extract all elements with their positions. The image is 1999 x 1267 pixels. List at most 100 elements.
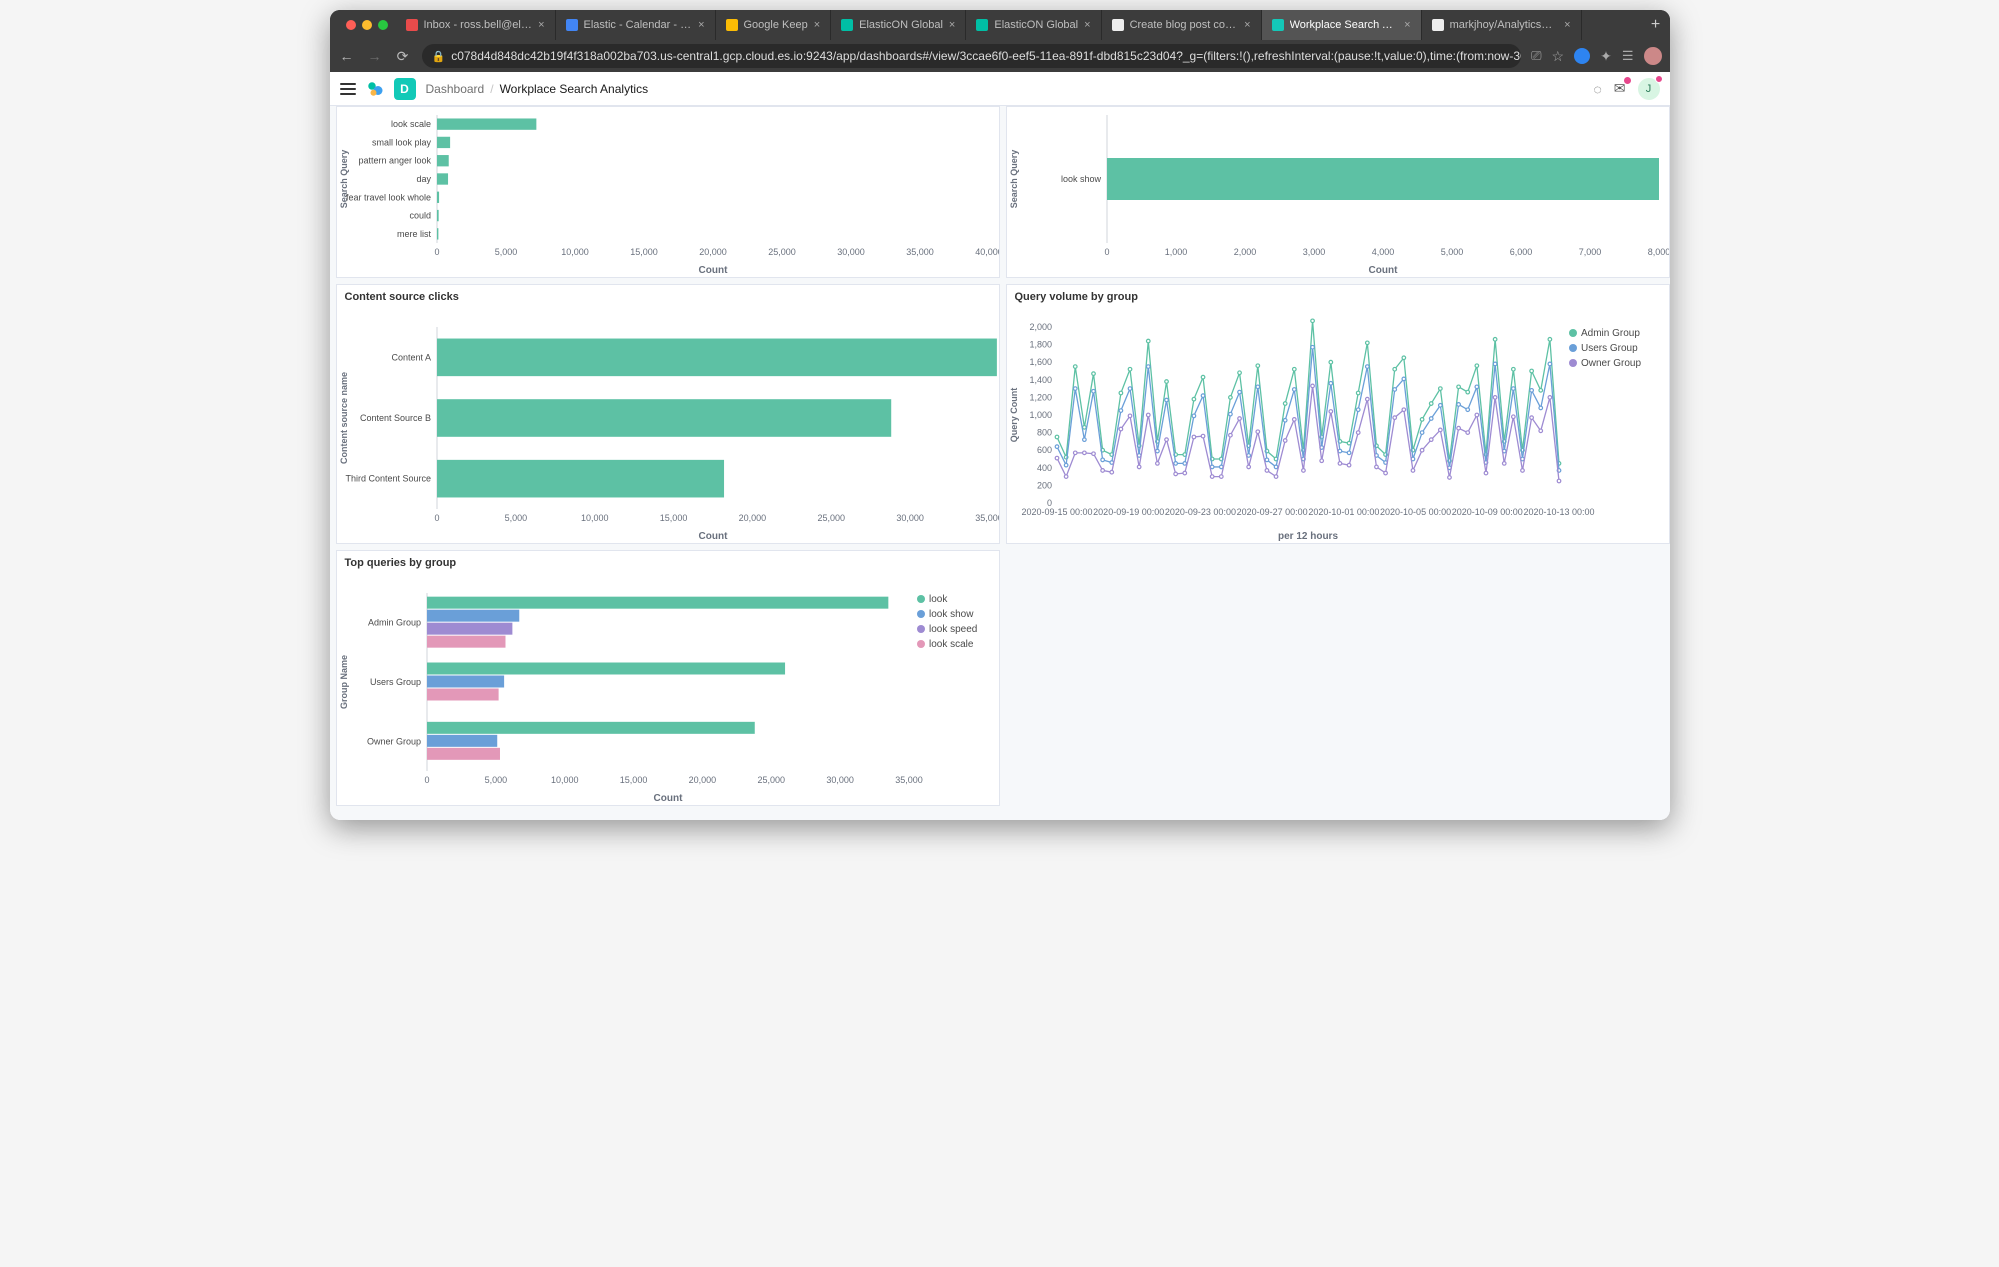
close-tab-icon[interactable]: ×	[1564, 19, 1570, 31]
close-tab-icon[interactable]: ×	[1244, 19, 1250, 31]
svg-text:2020-10-05 00:00: 2020-10-05 00:00	[1380, 507, 1451, 517]
svg-text:10,000: 10,000	[580, 513, 608, 523]
svg-text:15,000: 15,000	[659, 513, 687, 523]
svg-text:look show: look show	[929, 609, 974, 620]
back-button[interactable]: ←	[338, 48, 356, 64]
panel-title: Content source clicks	[337, 285, 999, 303]
svg-text:600: 600	[1036, 445, 1051, 455]
panel-title: Query volume by group	[1007, 285, 1669, 303]
account-avatar[interactable]: J	[1638, 78, 1660, 100]
svg-text:Users Group: Users Group	[369, 677, 420, 687]
breadcrumb-current: Workplace Search Analytics	[500, 82, 649, 96]
favicon-icon	[841, 19, 853, 31]
ext-icon-1[interactable]	[1574, 48, 1590, 64]
svg-text:Group Name: Group Name	[339, 655, 349, 709]
svg-text:Count: Count	[698, 265, 728, 276]
browser-tab[interactable]: Create blog post content to ill ×	[1102, 10, 1262, 40]
svg-text:Count: Count	[698, 531, 728, 542]
svg-text:35,000: 35,000	[975, 513, 999, 523]
browser-tab-strip: Inbox - ross.bell@elastic.co -×Elastic -…	[330, 10, 1670, 40]
new-tab-button[interactable]: +	[1642, 16, 1670, 34]
profile-avatar[interactable]	[1644, 47, 1662, 65]
address-bar-row: ← → ⟳ 🔒 c078d4d848dc42b19f4f318a002ba703…	[330, 40, 1670, 72]
close-tab-icon[interactable]: ×	[698, 19, 704, 31]
svg-text:4,000: 4,000	[1371, 247, 1394, 257]
browser-tab[interactable]: ElasticON Global×	[966, 10, 1101, 40]
svg-text:2,000: 2,000	[1029, 322, 1052, 332]
app-switcher-badge[interactable]: D	[394, 78, 416, 100]
svg-text:Third Content Source: Third Content Source	[345, 474, 431, 484]
forward-button[interactable]: →	[366, 48, 384, 64]
svg-text:20,000: 20,000	[688, 775, 716, 785]
svg-text:could: could	[409, 211, 431, 221]
url-text: c078d4d848dc42b19f4f318a002ba703.us-cent…	[451, 49, 1521, 63]
address-bar[interactable]: 🔒 c078d4d848dc42b19f4f318a002ba703.us-ce…	[422, 44, 1522, 68]
star-icon[interactable]: ☆	[1552, 48, 1565, 65]
svg-text:8,000: 8,000	[1647, 247, 1668, 257]
browser-tab[interactable]: ElasticON Global ×	[831, 10, 966, 40]
svg-text:Admin Group: Admin Group	[1581, 328, 1640, 339]
browser-tab[interactable]: Inbox - ross.bell@elastic.co -×	[396, 10, 556, 40]
panel-search-query-right[interactable]: Search Querylook show01,0002,0003,0004,0…	[1006, 106, 1670, 278]
browser-tab[interactable]: Elastic - Calendar - Week of O×	[556, 10, 716, 40]
mail-icon[interactable]: ✉	[1614, 80, 1626, 97]
svg-text:1,200: 1,200	[1029, 392, 1052, 402]
browser-tab[interactable]: Workplace Search Analytics -×	[1262, 10, 1422, 40]
window-controls[interactable]	[338, 20, 396, 30]
menu-icon[interactable]	[340, 83, 356, 95]
svg-text:7,000: 7,000	[1578, 247, 1601, 257]
svg-text:0: 0	[434, 247, 439, 257]
extensions-icon[interactable]: ✦	[1600, 48, 1612, 65]
svg-text:10,000: 10,000	[561, 247, 589, 257]
browser-tab[interactable]: markjhoy/AnalyticsGenerator ×	[1422, 10, 1582, 40]
svg-text:2020-10-13 00:00: 2020-10-13 00:00	[1523, 507, 1594, 517]
svg-text:Content Source B: Content Source B	[359, 413, 430, 423]
svg-text:2020-09-15 00:00: 2020-09-15 00:00	[1021, 507, 1092, 517]
panel-query-volume-by-group[interactable]: Query volume by groupQuery Count02004006…	[1006, 284, 1670, 544]
svg-text:Owner Group: Owner Group	[366, 736, 420, 746]
minimize-window-icon[interactable]	[362, 20, 372, 30]
panel-top-queries-by-group[interactable]: Top queries by groupGroup Namelooklook s…	[336, 550, 1000, 806]
svg-text:small look play: small look play	[371, 137, 431, 147]
svg-text:15,000: 15,000	[630, 247, 658, 257]
reading-list-icon[interactable]: ☰	[1622, 48, 1634, 64]
cast-icon[interactable]: ⎚	[1531, 48, 1541, 64]
maximize-window-icon[interactable]	[378, 20, 388, 30]
svg-text:Users Group: Users Group	[1581, 343, 1638, 354]
svg-text:Content source name: Content source name	[339, 372, 349, 464]
svg-text:look scale: look scale	[929, 639, 974, 650]
breadcrumb-root[interactable]: Dashboard	[426, 82, 485, 96]
newsfeed-icon[interactable]: ◌	[1593, 81, 1601, 97]
favicon-icon	[1432, 19, 1444, 31]
favicon-icon	[1272, 19, 1284, 31]
close-tab-icon[interactable]: ×	[814, 19, 820, 31]
svg-text:1,400: 1,400	[1029, 375, 1052, 385]
elastic-logo-icon[interactable]	[366, 80, 384, 98]
svg-text:Count: Count	[653, 793, 683, 804]
tab-label: ElasticON Global	[859, 19, 943, 31]
tab-label: markjhoy/AnalyticsGenerator	[1450, 19, 1559, 31]
svg-text:20,000: 20,000	[699, 247, 727, 257]
favicon-icon	[566, 19, 578, 31]
svg-text:5,000: 5,000	[494, 247, 517, 257]
close-tab-icon[interactable]: ×	[1084, 19, 1090, 31]
close-tab-icon[interactable]: ×	[538, 19, 544, 31]
svg-text:25,000: 25,000	[757, 775, 785, 785]
browser-tab[interactable]: Google Keep×	[716, 10, 832, 40]
panel-title: Top queries by group	[337, 551, 999, 569]
close-tab-icon[interactable]: ×	[1404, 19, 1410, 31]
svg-text:2,000: 2,000	[1233, 247, 1256, 257]
svg-text:2020-10-01 00:00: 2020-10-01 00:00	[1308, 507, 1379, 517]
svg-text:2020-09-23 00:00: 2020-09-23 00:00	[1164, 507, 1235, 517]
svg-text:1,000: 1,000	[1029, 410, 1052, 420]
tab-label: Create blog post content to ill	[1130, 19, 1239, 31]
svg-text:25,000: 25,000	[768, 247, 796, 257]
close-window-icon[interactable]	[346, 20, 356, 30]
panel-search-query-left[interactable]: Search Querylook scalesmall look playpat…	[336, 106, 1000, 278]
svg-text:0: 0	[1104, 247, 1109, 257]
svg-text:Count: Count	[1368, 265, 1398, 276]
reload-button[interactable]: ⟳	[394, 48, 412, 65]
panel-content-source-clicks[interactable]: Content source clicks Content source name…	[336, 284, 1000, 544]
close-tab-icon[interactable]: ×	[949, 19, 955, 31]
svg-text:mere list: mere list	[396, 229, 431, 239]
